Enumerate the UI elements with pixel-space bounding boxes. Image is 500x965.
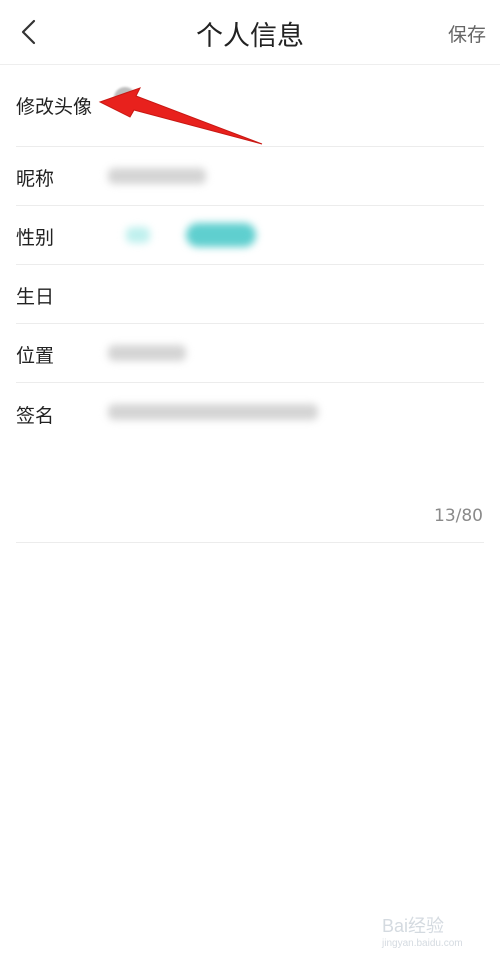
gender-label: 性别 xyxy=(16,227,55,249)
location-label: 位置 xyxy=(16,345,55,367)
location-value-blurred[interactable] xyxy=(108,345,186,361)
signature-label: 签名 xyxy=(16,405,55,427)
signature-char-counter: 13/80 xyxy=(434,506,483,526)
signature-value-blurred[interactable] xyxy=(108,404,318,420)
annotation-arrow xyxy=(98,87,263,145)
gender-option-female-selected[interactable] xyxy=(186,223,256,247)
watermark-url: jingyan.baidu.com xyxy=(382,938,463,949)
watermark-brand: Bai经验 xyxy=(382,916,445,936)
arrow-icon xyxy=(98,87,263,145)
location-row[interactable]: 位置 xyxy=(16,323,484,383)
gender-option-male[interactable] xyxy=(126,227,150,243)
birthday-row[interactable]: 生日 xyxy=(16,264,484,324)
baidu-jingyan-watermark: Bai经验 jingyan.baidu.com xyxy=(382,908,492,958)
birthday-label: 生日 xyxy=(16,286,55,308)
